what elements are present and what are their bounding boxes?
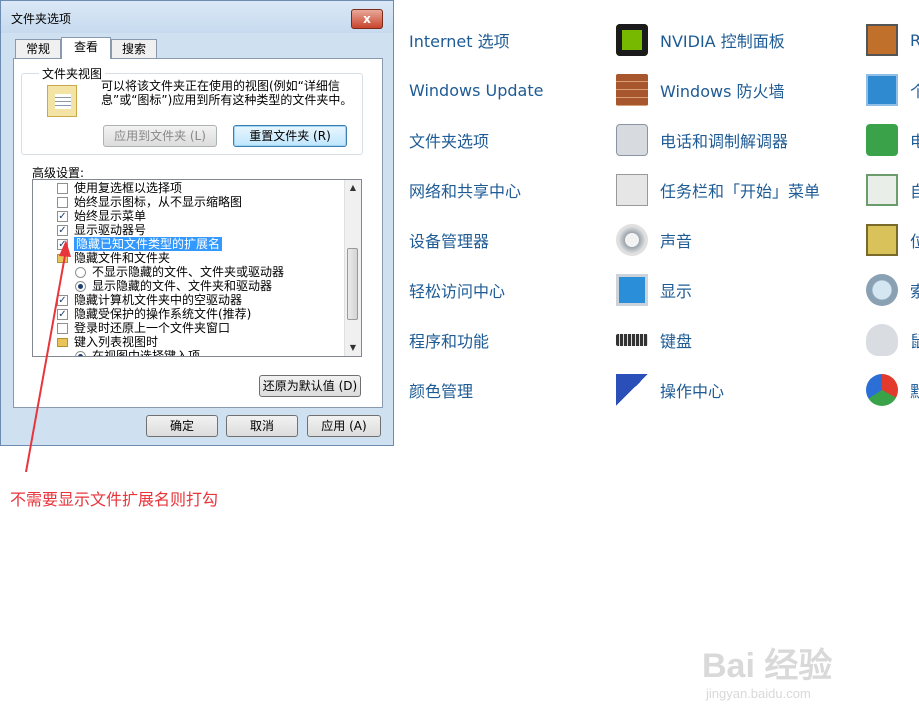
baidu-watermark-logo: Bai 经验: [702, 647, 833, 685]
annotation-arrow: [25, 240, 71, 473]
tab-view[interactable]: 查看: [61, 37, 111, 59]
baidu-watermark-url: jingyan.baidu.com: [706, 686, 811, 701]
annotation-text: 不需要显示文件扩展名则打勾: [10, 490, 219, 509]
